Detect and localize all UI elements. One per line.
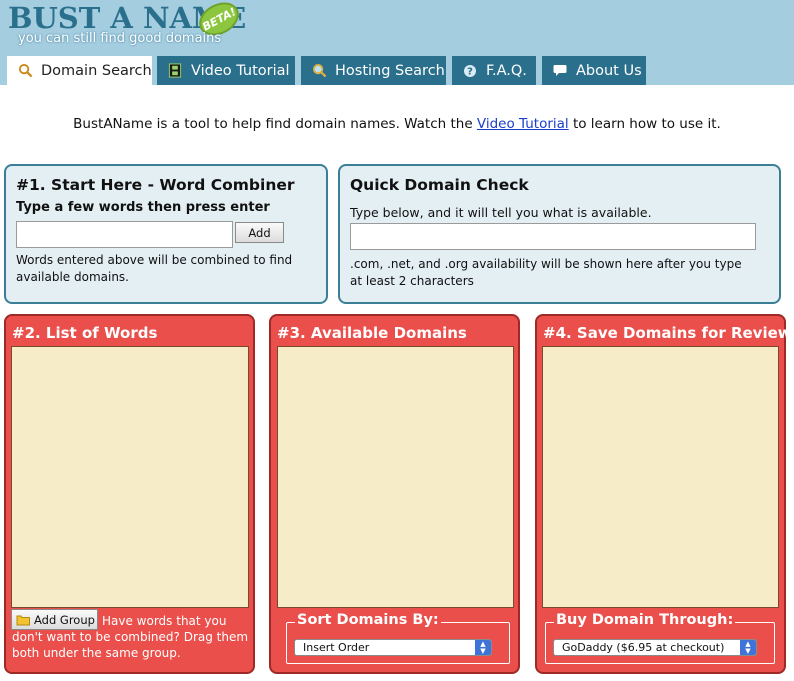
save-domains-title: #4. Save Domains for Review xyxy=(543,324,792,342)
question-icon: ? xyxy=(462,63,478,79)
quick-check-title: Quick Domain Check xyxy=(350,176,529,194)
site-header: BUST A NAME BETA! you can still find goo… xyxy=(0,0,794,85)
sort-domains-select[interactable]: Insert Order ▲ ▼ xyxy=(294,639,492,656)
film-icon xyxy=(167,63,183,79)
select-arrows-icon: ▲ ▼ xyxy=(475,640,491,655)
tab-label: About Us xyxy=(576,62,642,79)
list-of-words-title: #2. List of Words xyxy=(12,324,158,342)
video-tutorial-link[interactable]: Video Tutorial xyxy=(477,116,569,132)
search-icon xyxy=(17,63,33,79)
saved-domains-list[interactable] xyxy=(542,346,779,608)
tab-label: Domain Search xyxy=(41,62,152,79)
quick-check-note: .com, .net, and .org availability will b… xyxy=(350,257,742,288)
word-combiner-note: Words entered above will be combined to … xyxy=(16,253,293,284)
buy-domain-select[interactable]: GoDaddy ($6.95 at checkout) ▲ ▼ xyxy=(553,639,757,656)
svg-text:?: ? xyxy=(467,66,473,77)
word-combiner-title: #1. Start Here - Word Combiner xyxy=(16,176,295,194)
available-domains-panel: #3. Available Domains Sort Domains By: I… xyxy=(269,314,520,674)
tab-video-tutorial[interactable]: Video Tutorial xyxy=(157,56,295,85)
add-word-button[interactable]: Add xyxy=(235,222,284,243)
quick-domain-check-panel: Quick Domain Check Type below, and it wi… xyxy=(338,164,781,304)
tab-domain-search[interactable]: Domain Search xyxy=(7,56,152,85)
tab-hosting-search[interactable]: Hosting Search xyxy=(301,56,446,85)
word-list-area[interactable] xyxy=(11,346,249,608)
select-arrows-icon: ▲ ▼ xyxy=(740,640,756,655)
tab-faq[interactable]: ? F.A.Q. xyxy=(452,56,536,85)
sort-domains-legend: Sort Domains By: xyxy=(295,612,441,628)
tab-about-us[interactable]: About Us xyxy=(542,56,646,85)
buy-domain-fieldset: Buy Domain Through: GoDaddy ($6.95 at ch… xyxy=(545,612,775,664)
quick-check-input[interactable] xyxy=(350,223,756,250)
intro-text: BustAName is a tool to help find domain … xyxy=(73,116,721,132)
site-tagline: you can still find good domains xyxy=(18,31,222,46)
save-domains-panel: #4. Save Domains for Review Buy Domain T… xyxy=(535,314,792,674)
available-domains-title: #3. Available Domains xyxy=(277,324,467,342)
add-group-help: Have words that you don't want to be com… xyxy=(12,614,249,660)
word-combiner-subtitle: Type a few words then press enter xyxy=(16,200,270,215)
tab-label: F.A.Q. xyxy=(486,62,527,79)
word-combiner-panel: #1. Start Here - Word Combiner Type a fe… xyxy=(4,164,328,304)
available-domains-list[interactable] xyxy=(277,346,514,608)
word-combiner-input[interactable] xyxy=(16,221,233,248)
search-icon xyxy=(311,63,327,79)
tab-label: Video Tutorial xyxy=(191,62,290,79)
buy-domain-legend: Buy Domain Through: xyxy=(554,612,736,628)
tab-label: Hosting Search xyxy=(335,62,445,79)
list-of-words-panel: #2. List of Words Add Group Have words t… xyxy=(4,314,255,674)
speech-bubble-icon xyxy=(552,63,568,79)
sort-domains-fieldset: Sort Domains By: Insert Order ▲ ▼ xyxy=(286,612,510,664)
quick-check-subtitle: Type below, and it will tell you what is… xyxy=(350,205,652,220)
